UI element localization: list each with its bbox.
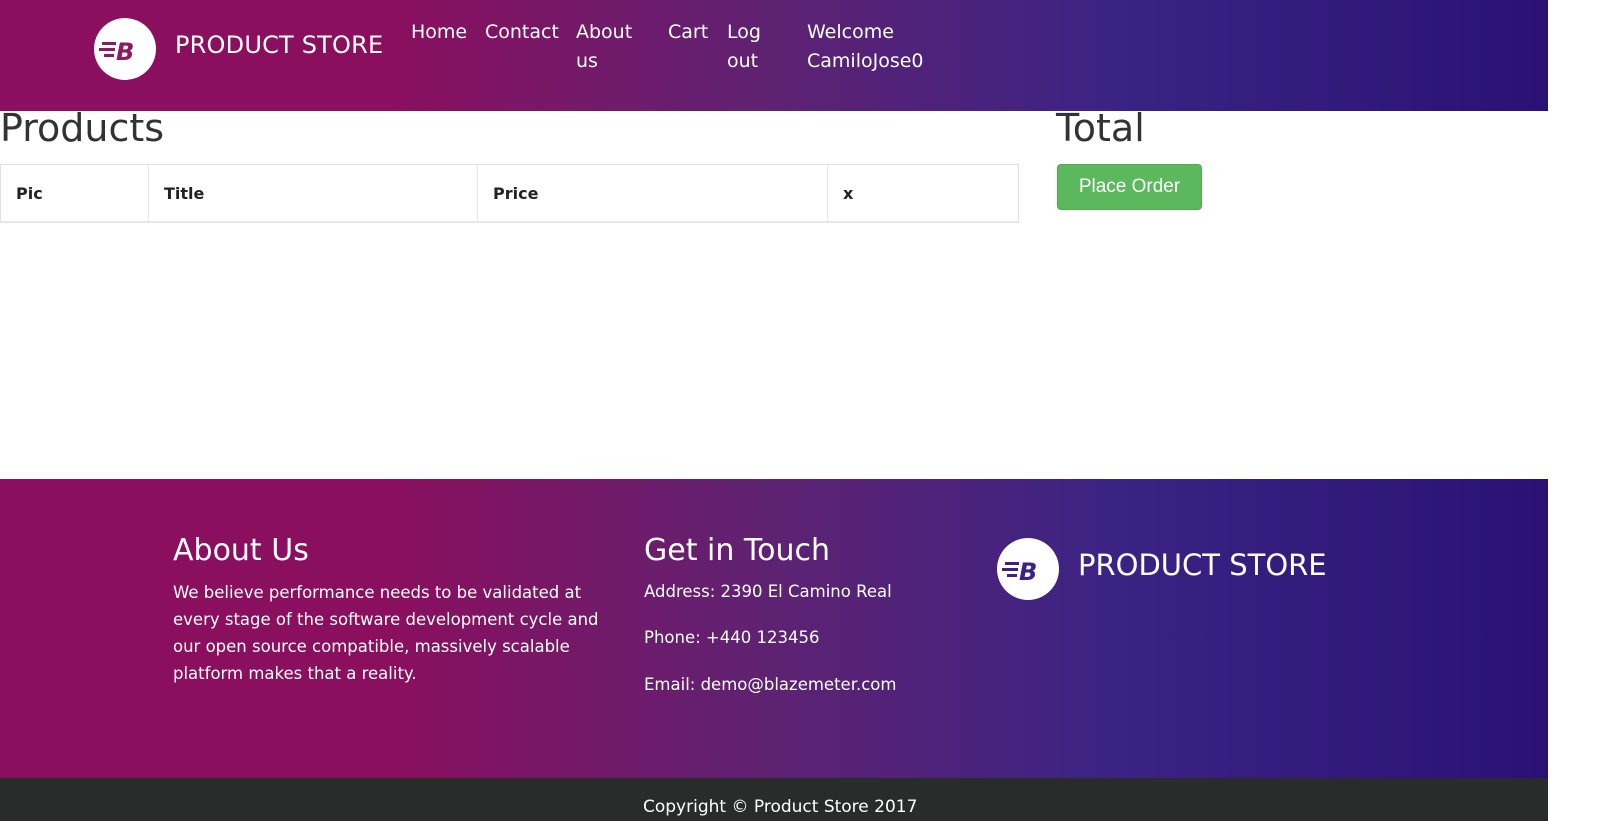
place-order-button[interactable]: Place Order [1057, 164, 1202, 210]
nav-link-logout[interactable]: Log out [727, 18, 771, 76]
nav-link-cart[interactable]: Cart [668, 18, 708, 47]
about-us-text: We believe performance needs to be valid… [173, 583, 599, 683]
get-in-touch-heading: Get in Touch [644, 533, 830, 568]
brand-name[interactable]: PRODUCT STORE [175, 31, 383, 59]
page-gutter [1548, 0, 1600, 821]
nav-link-home[interactable]: Home [411, 18, 467, 47]
nav-link-contact[interactable]: Contact [485, 18, 559, 47]
total-heading: Total [1056, 106, 1145, 150]
contact-email: Email: demo@blazemeter.com [644, 675, 897, 694]
copyright-bar: Copyright © Product Store 2017 [0, 778, 1548, 821]
brand-logo-icon[interactable]: B [94, 18, 156, 80]
contact-phone: Phone: +440 123456 [644, 628, 820, 647]
column-header-delete: x [827, 164, 1019, 223]
column-header-title: Title [148, 164, 478, 223]
column-header-pic: Pic [0, 164, 149, 223]
table-header-row: Pic Title Price x [0, 164, 1019, 223]
welcome-user: Welcome CamiloJose0 [807, 21, 924, 72]
cart-table: Pic Title Price x [0, 164, 1019, 223]
copyright-text: Copyright © Product Store 2017 [643, 797, 918, 817]
products-heading: Products [0, 106, 165, 150]
column-header-price: Price [477, 164, 828, 223]
footer-brand-name: PRODUCT STORE [1078, 548, 1327, 582]
footer-logo-icon: B [997, 538, 1059, 600]
footer: About Us We believe performance needs to… [0, 479, 1548, 778]
svg-text:B: B [116, 38, 134, 66]
navbar: B PRODUCT STORE Home Contact About us Ca… [0, 0, 1548, 111]
svg-text:B: B [1019, 558, 1037, 586]
nav-link-about[interactable]: About us [576, 18, 646, 76]
contact-address: Address: 2390 El Camino Real [644, 582, 892, 601]
about-us-heading: About Us [173, 533, 309, 568]
